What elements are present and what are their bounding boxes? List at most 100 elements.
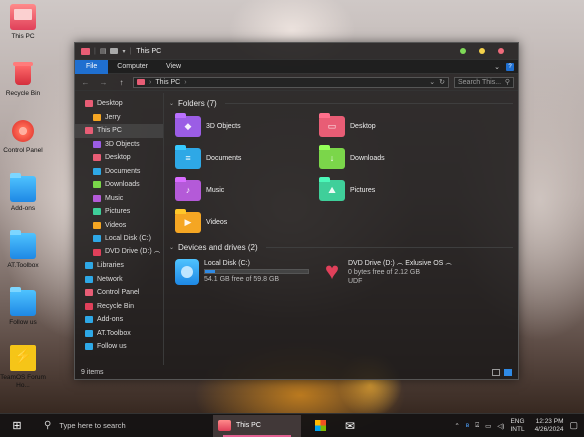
breadcrumb[interactable]: This PC	[155, 79, 180, 86]
taskbar-app-this-pc[interactable]: This PC	[213, 414, 301, 437]
refresh-icon[interactable]: ↻	[439, 78, 445, 86]
new-folder-icon[interactable]	[110, 48, 119, 54]
nav-item-label: Desktop	[105, 154, 131, 162]
nav-item-label: Documents	[105, 167, 141, 175]
nav-item[interactable]: Pictures	[75, 205, 163, 219]
usb-icon[interactable]: ⍓	[475, 422, 479, 430]
nav-item[interactable]: 3D Objects	[75, 138, 163, 152]
title-bar[interactable]: | ▤ ▾ | This PC	[75, 43, 518, 60]
taskbar-mail[interactable]: ✉	[339, 415, 361, 437]
nav-item[interactable]: Libraries	[75, 259, 163, 273]
drive-free-space: 0 bytes free of 2.12 GB	[348, 269, 420, 276]
up-button[interactable]: ↑	[115, 77, 128, 88]
content-pane[interactable]: ⌄ Folders (7) ◆ 3D Objects ▭ Desktop ≡ Docume…	[164, 93, 518, 365]
properties-icon[interactable]: ▤	[100, 47, 107, 55]
folder-icon	[10, 287, 36, 316]
folders-group-header[interactable]: ⌄ Folders (7)	[169, 97, 513, 109]
folder-tile[interactable]: ◆ 3D Objects	[175, 114, 319, 139]
folder-tile[interactable]: ▶ Videos	[175, 210, 319, 235]
clock[interactable]: 12:23 PM 4/26/2024	[535, 418, 564, 434]
drives-group-header[interactable]: ⌄ Devices and drives (2)	[169, 241, 513, 253]
tab-file[interactable]: File	[75, 59, 109, 74]
desktop-icon-label: Follow us	[9, 319, 37, 326]
start-button[interactable]: ⊞	[6, 419, 28, 432]
forward-button[interactable]: →	[97, 77, 110, 88]
volume-icon[interactable]: ◁)	[497, 422, 504, 430]
nav-item[interactable]: Documents	[75, 165, 163, 179]
nav-item[interactable]: Jerry	[75, 111, 163, 125]
language-indicator[interactable]: ENG INTL	[510, 418, 524, 434]
folder-tile[interactable]: ↓ Downloads	[319, 146, 463, 171]
taskbar-search[interactable]: ⚲ Type here to search	[36, 414, 208, 437]
folder-icon: ▶	[175, 212, 201, 233]
drive-dvd[interactable]: ♥ DVD Drive (D:) ෴ Exlusive OS ෴ 0 bytes…	[319, 259, 479, 286]
minimize-button[interactable]	[460, 48, 466, 54]
nav-item[interactable]: Follow us	[75, 340, 163, 354]
chevron-up-icon[interactable]: ⌃	[454, 422, 459, 430]
desktop-icon-label: Add-ons	[10, 205, 36, 212]
folder-icon	[93, 248, 101, 256]
nav-item[interactable]: Control Panel	[75, 286, 163, 300]
taskbar: ⊞ ⚲ Type here to search This PC ✉ ⌃ ʙ ⍓ …	[0, 413, 584, 437]
details-view-icon[interactable]	[492, 368, 500, 376]
lightning-icon: ⚡	[10, 345, 36, 371]
tab-computer[interactable]: Computer	[108, 60, 157, 74]
nav-item[interactable]: AT.Toolbox	[75, 327, 163, 341]
nav-item[interactable]: Desktop	[75, 97, 163, 111]
drive-local-disk[interactable]: Local Disk (C:) 54.1 GB free of 59.8 GB	[175, 259, 319, 286]
nav-item[interactable]: Videos	[75, 219, 163, 233]
folder-tile[interactable]: ≡ Documents	[175, 146, 319, 171]
folder-icon	[10, 230, 36, 259]
folder-icon	[93, 167, 101, 175]
search-input[interactable]: Search This... ⚲	[454, 76, 514, 88]
folder-icon	[85, 262, 93, 270]
nav-item[interactable]: Local Disk (C:)	[75, 232, 163, 246]
large-icons-view-icon[interactable]	[504, 368, 512, 376]
back-button[interactable]: ←	[79, 77, 92, 88]
nav-item[interactable]: Desktop	[75, 151, 163, 165]
clock-date: 4/26/2024	[534, 425, 564, 433]
store-icon	[314, 420, 326, 431]
folder-icon	[93, 221, 101, 229]
folder-label: Downloads	[350, 155, 385, 162]
desktop-icon-follow-us[interactable]: Follow us	[0, 287, 46, 327]
navigation-pane[interactable]: Desktop Jerry This PC 3D Objects Desktop Docu…	[75, 93, 164, 365]
chevron-down-icon[interactable]: ⌄	[494, 63, 500, 71]
divider: |	[129, 47, 132, 55]
nav-item[interactable]: This PC	[75, 124, 163, 138]
help-icon[interactable]: ?	[506, 62, 514, 71]
close-button[interactable]	[498, 48, 504, 54]
hard-drive-icon	[175, 259, 199, 285]
desktop-icon-control-panel[interactable]: Control Panel	[0, 118, 46, 155]
nav-item[interactable]: Add-ons	[75, 313, 163, 327]
nav-item-label: Follow us	[97, 343, 127, 351]
nav-item[interactable]: Music	[75, 192, 163, 206]
taskbar-app-label: This PC	[236, 422, 261, 429]
folder-tile[interactable]: ♪ Music	[175, 178, 319, 203]
network-icon[interactable]: ▭	[485, 422, 491, 430]
desktop-icon-add-ons[interactable]: Add-ons	[0, 173, 46, 213]
nav-item[interactable]: Recycle Bin	[75, 300, 163, 314]
address-field[interactable]: › This PC › ⌄ ↻	[133, 76, 449, 88]
maximize-button[interactable]	[479, 48, 485, 54]
nav-item[interactable]: Downloads	[75, 178, 163, 192]
desktop-icon-recycle-bin[interactable]: Recycle Bin	[0, 61, 46, 98]
nav-item[interactable]: DVD Drive (D:) ෴	[75, 246, 163, 260]
tab-view[interactable]: View	[157, 60, 190, 74]
language-code: ENG	[510, 417, 525, 425]
desktop-icon-teamos-forum[interactable]: ⚡ TeamOS Forum Ho...	[0, 345, 46, 390]
nav-item[interactable]: Network	[75, 273, 163, 287]
desktop-icon-this-pc[interactable]: This PC	[0, 4, 46, 41]
folder-tile[interactable]: ▭ Desktop	[319, 114, 463, 139]
nav-item-label: 3D Objects	[105, 140, 140, 148]
chevron-down-icon[interactable]: ▾	[122, 48, 125, 55]
notifications-icon[interactable]: ▢	[569, 420, 578, 431]
taskbar-microsoft-store[interactable]	[309, 415, 331, 437]
desktop-icon-at-toolbox[interactable]: AT.Toolbox	[0, 230, 46, 270]
file-explorer-window[interactable]: | ▤ ▾ | This PC File Computer View ⌄ ? ←…	[74, 42, 519, 380]
bluetooth-icon[interactable]: ʙ	[466, 422, 469, 429]
this-pc-icon	[137, 79, 145, 85]
chevron-down-icon[interactable]: ⌄	[429, 78, 435, 86]
folder-tile[interactable]: ⛰ Pictures	[319, 178, 463, 203]
mail-icon: ✉	[344, 418, 356, 433]
